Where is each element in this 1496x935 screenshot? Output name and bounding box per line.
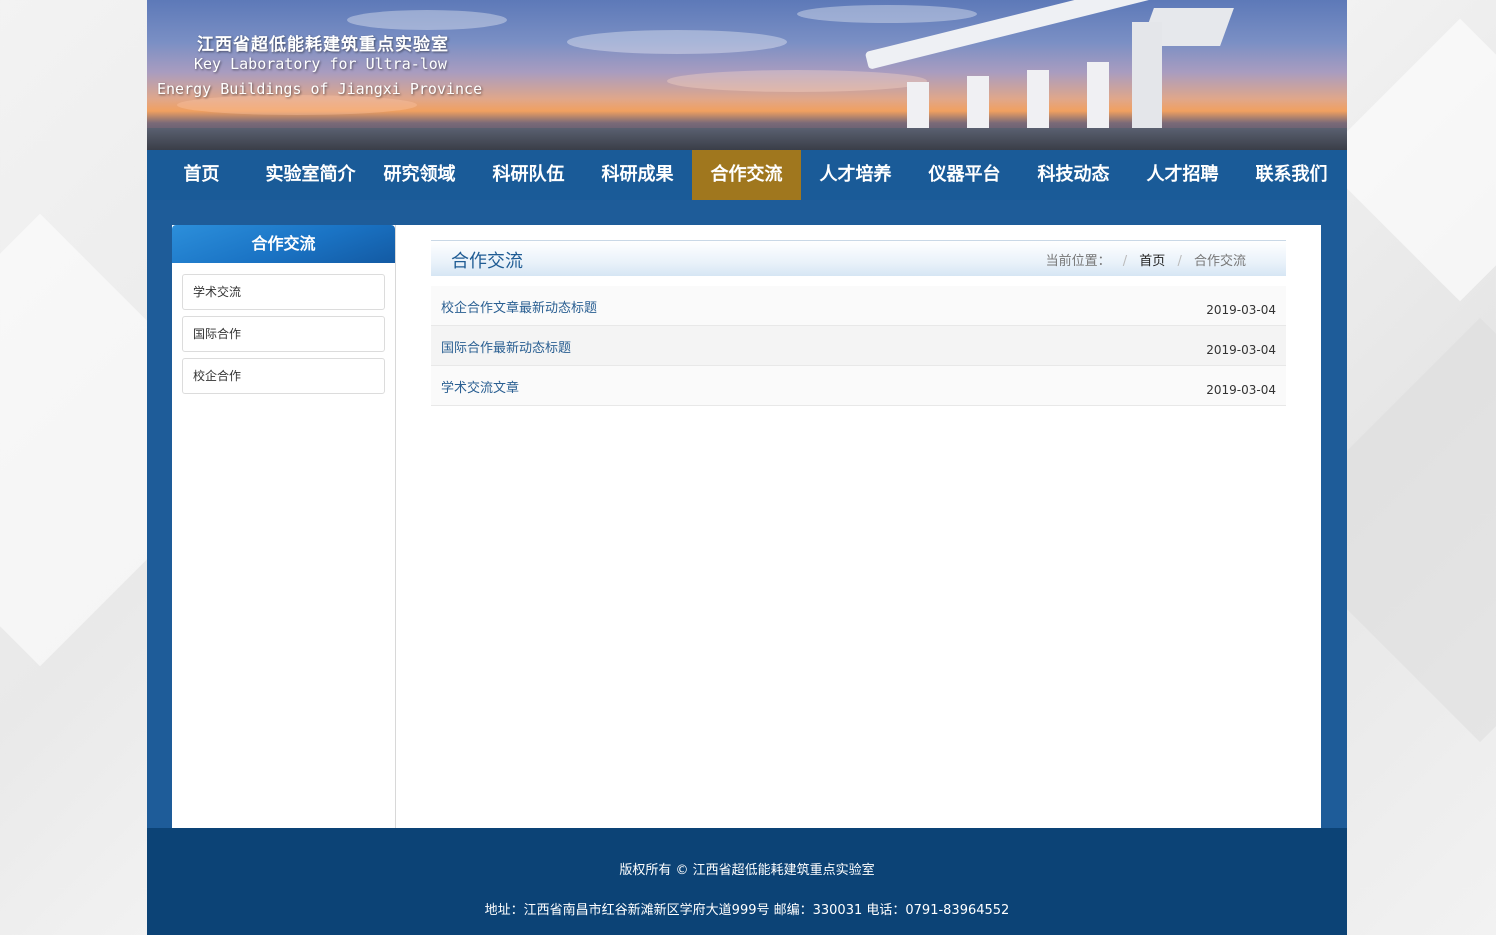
sidebar-title: 合作交流 [172, 225, 395, 263]
list-item: 校企合作文章最新动态标题 2019-03-04 [431, 286, 1286, 326]
main-section: 合作交流 当前位置： / 首页 / 合作交流 校企合作文章最新动态标题 2019… [431, 240, 1286, 406]
breadcrumb-current: 合作交流 [1193, 254, 1246, 269]
footer: 版权所有 © 江西省超低能耗建筑重点实验室 地址：江西省南昌市红谷新滩新区学府大… [147, 828, 1347, 935]
page-container: 江西省超低能耗建筑重点实验室 Key Laboratory for Ultra-… [147, 0, 1347, 935]
nav-item-training[interactable]: 人才培养 [801, 150, 910, 200]
sidebar-item-international[interactable]: 国际合作 [182, 316, 385, 352]
nav-item-home[interactable]: 首页 [147, 150, 256, 200]
footer-address: 地址：江西省南昌市红谷新滩新区学府大道999号 邮编：330031 电话：079… [484, 903, 1010, 918]
list-item: 学术交流文章 2019-03-04 [431, 366, 1286, 406]
site-title-cn: 江西省超低能耗建筑重点实验室 [197, 35, 449, 55]
site-title: 江西省超低能耗建筑重点实验室 Key Laboratory for Ultra-… [157, 30, 482, 98]
page-title: 合作交流 [451, 251, 523, 272]
article-link[interactable]: 校企合作文章最新动态标题 [441, 297, 597, 316]
site-title-en-line1: Key Laboratory for Ultra-low [194, 55, 447, 73]
nav-item-cooperation[interactable]: 合作交流 [692, 150, 801, 200]
nav-item-achievements[interactable]: 科研成果 [583, 150, 692, 200]
section-header: 合作交流 当前位置： / 首页 / 合作交流 [431, 240, 1286, 276]
nav-item-team[interactable]: 科研队伍 [474, 150, 583, 200]
nav-item-research[interactable]: 研究领域 [365, 150, 474, 200]
main-nav: 首页 实验室简介 研究领域 科研队伍 科研成果 合作交流 人才培养 仪器平台 科… [147, 150, 1347, 200]
nav-item-recruitment[interactable]: 人才招聘 [1128, 150, 1237, 200]
article-link[interactable]: 学术交流文章 [441, 377, 519, 396]
breadcrumb-home-link[interactable]: 首页 [1139, 254, 1165, 269]
sidebar-list: 学术交流 国际合作 校企合作 [172, 263, 395, 411]
sidebar-item-industry[interactable]: 校企合作 [182, 358, 385, 394]
breadcrumb: 当前位置： / 首页 / 合作交流 [1046, 250, 1246, 269]
nav-item-news[interactable]: 科技动态 [1019, 150, 1128, 200]
article-link[interactable]: 国际合作最新动态标题 [441, 337, 571, 356]
breadcrumb-separator: / [1177, 254, 1182, 269]
article-date: 2019-03-04 [1206, 383, 1276, 397]
article-date: 2019-03-04 [1206, 343, 1276, 357]
footer-copyright: 版权所有 © 江西省超低能耗建筑重点实验室 [619, 863, 875, 878]
content-panel: 合作交流 学术交流 国际合作 校企合作 合作交流 当前位置： / 首页 / 合作… [172, 225, 1321, 828]
nav-item-contact[interactable]: 联系我们 [1237, 150, 1346, 200]
header-banner: 江西省超低能耗建筑重点实验室 Key Laboratory for Ultra-… [147, 0, 1347, 150]
sidebar: 合作交流 学术交流 国际合作 校企合作 [172, 225, 396, 828]
site-title-en-line2: Energy Buildings of Jiangxi Province [157, 80, 483, 98]
nav-item-about[interactable]: 实验室简介 [256, 150, 365, 200]
sidebar-item-academic[interactable]: 学术交流 [182, 274, 385, 310]
article-list: 校企合作文章最新动态标题 2019-03-04 国际合作最新动态标题 2019-… [431, 286, 1286, 406]
breadcrumb-separator: / [1122, 254, 1128, 269]
list-item: 国际合作最新动态标题 2019-03-04 [431, 326, 1286, 366]
breadcrumb-label: 当前位置： [1045, 254, 1111, 269]
article-date: 2019-03-04 [1206, 303, 1276, 317]
nav-item-instruments[interactable]: 仪器平台 [910, 150, 1019, 200]
